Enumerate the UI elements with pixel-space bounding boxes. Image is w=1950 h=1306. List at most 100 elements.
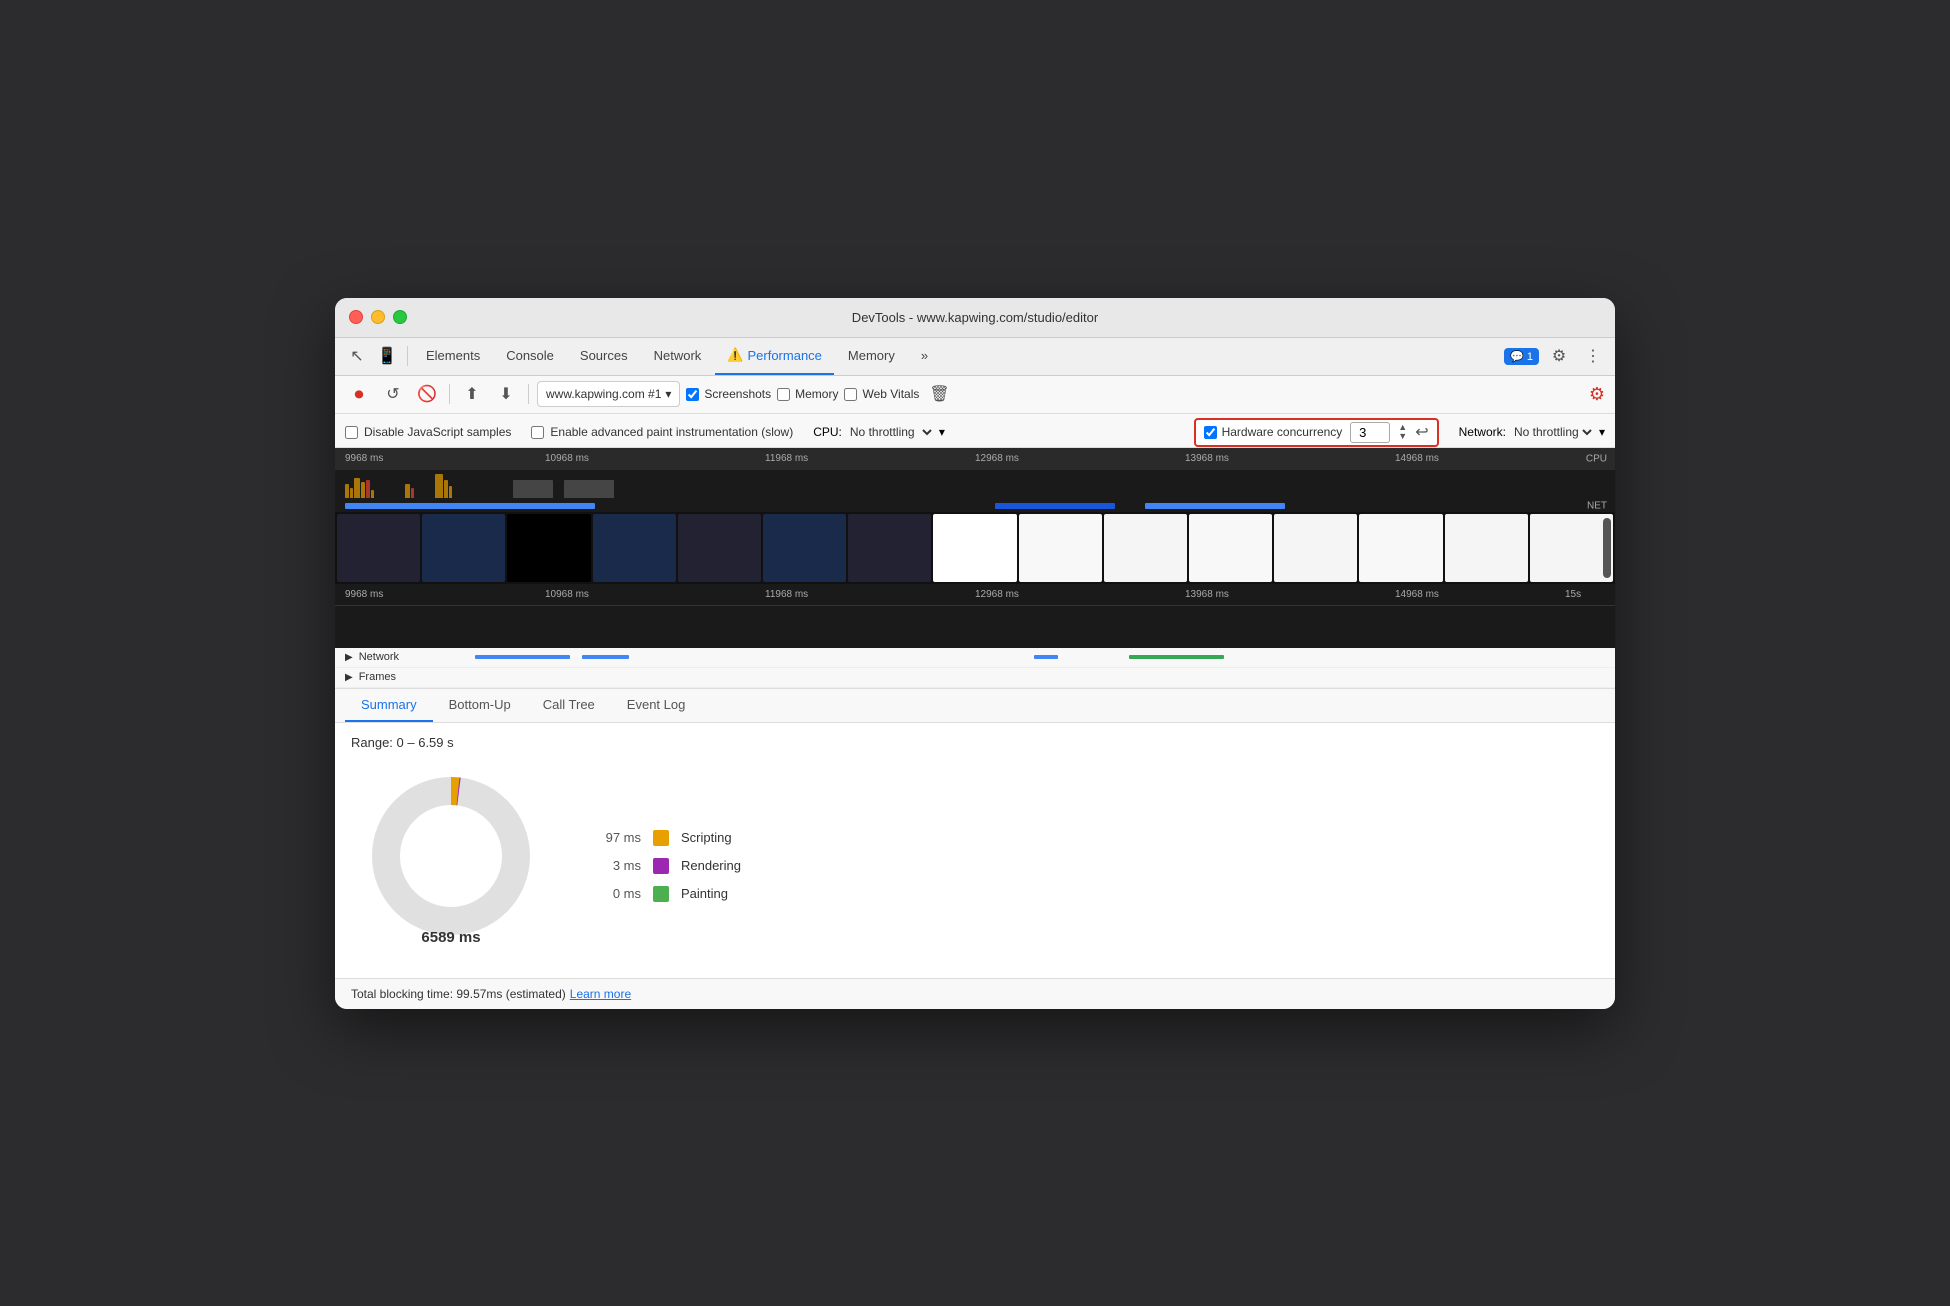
webvitals-checkbox[interactable] bbox=[844, 388, 857, 401]
rendering-value: 3 ms bbox=[591, 858, 641, 873]
network-row-toggle[interactable]: ▶ bbox=[345, 652, 353, 663]
nav-right: 💬 1 ⚙ ⋮ bbox=[1504, 342, 1607, 370]
cpu-row bbox=[335, 470, 1615, 500]
screenshot-14 bbox=[1445, 514, 1528, 582]
target-selector-value: www.kapwing.com #1 bbox=[546, 387, 661, 401]
time-label-0: 9968 ms bbox=[345, 453, 383, 464]
time-label-4: 13968 ms bbox=[1185, 453, 1229, 464]
time-label-b0: 9968 ms bbox=[345, 589, 383, 600]
memory-checkbox[interactable] bbox=[777, 388, 790, 401]
clear-button[interactable]: 🚫 bbox=[413, 380, 441, 408]
window-title: DevTools - www.kapwing.com/studio/editor bbox=[852, 310, 1098, 325]
cpu-bar bbox=[435, 474, 443, 498]
pointer-icon[interactable]: ↖ bbox=[343, 342, 371, 370]
time-label-1: 10968 ms bbox=[545, 453, 589, 464]
time-ruler-top: 9968 ms 10968 ms 11968 ms 12968 ms 13968… bbox=[335, 448, 1615, 470]
tab-memory[interactable]: Memory bbox=[836, 337, 907, 375]
settings-icon[interactable]: ⚙ bbox=[1545, 342, 1573, 370]
time-label-5: 14968 ms bbox=[1395, 453, 1439, 464]
network-row-bars bbox=[415, 654, 1605, 660]
chat-badge[interactable]: 💬 1 bbox=[1504, 348, 1539, 365]
timeline-scrollbar[interactable] bbox=[1603, 518, 1611, 578]
tab-summary[interactable]: Summary bbox=[345, 689, 433, 722]
summary-content: Range: 0 – 6.59 s 6589 ms bbox=[335, 723, 1615, 978]
screenshot-12 bbox=[1274, 514, 1357, 582]
screenshots-checkbox[interactable] bbox=[686, 388, 699, 401]
tab-call-tree[interactable]: Call Tree bbox=[527, 689, 611, 722]
range-text: Range: 0 – 6.59 s bbox=[351, 735, 1599, 750]
disable-js-samples-checkbox[interactable] bbox=[345, 426, 358, 439]
record-button[interactable]: ⏺ bbox=[345, 380, 373, 408]
net-bar-blue-2 bbox=[1145, 503, 1285, 509]
time-label-b3: 12968 ms bbox=[975, 589, 1019, 600]
perf-rows: ▶ Network ▶ Frames bbox=[335, 648, 1615, 689]
frames-row-toggle[interactable]: ▶ bbox=[345, 672, 353, 683]
network-throttle-select[interactable]: No throttling Slow 3G Fast 3G bbox=[1510, 424, 1595, 440]
advanced-paint-checkbox[interactable] bbox=[531, 426, 544, 439]
status-bar: Total blocking time: 99.57ms (estimated)… bbox=[335, 978, 1615, 1009]
frames-row-label: Frames bbox=[359, 671, 396, 683]
scripting-color-swatch bbox=[653, 830, 669, 846]
capture-settings-icon[interactable]: ⚙ bbox=[1589, 384, 1605, 405]
tab-network[interactable]: Network bbox=[642, 337, 714, 375]
screenshot-7 bbox=[848, 514, 931, 582]
screenshots-option: Screenshots bbox=[686, 387, 771, 401]
cpu-row-label: CPU bbox=[1586, 453, 1607, 464]
tab-performance[interactable]: ⚠️ Performance bbox=[715, 337, 834, 375]
rendering-color-swatch bbox=[653, 858, 669, 874]
cpu-bar bbox=[345, 484, 349, 498]
net-label: NET bbox=[1587, 500, 1607, 511]
spinner-down-icon[interactable]: ▼ bbox=[1398, 432, 1407, 441]
nav-divider-1 bbox=[407, 346, 408, 366]
devtools-window: DevTools - www.kapwing.com/studio/editor… bbox=[335, 298, 1615, 1009]
maximize-button[interactable] bbox=[393, 310, 407, 324]
screenshots-label: Screenshots bbox=[704, 387, 771, 401]
webvitals-option: Web Vitals bbox=[844, 387, 919, 401]
reload-profile-button[interactable]: ↺ bbox=[379, 380, 407, 408]
cpu-bar-red bbox=[411, 488, 414, 498]
screenshot-10 bbox=[1104, 514, 1187, 582]
performance-warning-icon: ⚠️ bbox=[727, 347, 743, 363]
device-icon[interactable]: 📱 bbox=[373, 342, 401, 370]
hw-concurrency-input[interactable] bbox=[1350, 422, 1390, 443]
tab-performance-label: Performance bbox=[747, 348, 821, 363]
tab-bottom-up[interactable]: Bottom-Up bbox=[433, 689, 527, 722]
tab-sources[interactable]: Sources bbox=[568, 337, 640, 375]
target-selector-chevron: ▾ bbox=[665, 387, 671, 401]
download-button[interactable]: ⬇ bbox=[492, 380, 520, 408]
trash-icon[interactable]: 🗑 bbox=[929, 384, 949, 404]
target-selector[interactable]: www.kapwing.com #1 ▾ bbox=[537, 381, 680, 407]
bottom-tabs: Summary Bottom-Up Call Tree Event Log bbox=[335, 689, 1615, 723]
network-label: Network: bbox=[1459, 425, 1506, 439]
more-options-icon[interactable]: ⋮ bbox=[1579, 342, 1607, 370]
hw-concurrency-spinner[interactable]: ▲ ▼ bbox=[1398, 423, 1407, 441]
time-label-2: 11968 ms bbox=[765, 453, 808, 464]
toolbar-divider-1 bbox=[449, 384, 450, 404]
tab-more[interactable]: » bbox=[909, 337, 940, 375]
learn-more-link[interactable]: Learn more bbox=[570, 987, 631, 1001]
screenshot-2 bbox=[422, 514, 505, 582]
screenshot-13 bbox=[1359, 514, 1442, 582]
memory-label: Memory bbox=[795, 387, 838, 401]
upload-button[interactable]: ⬆ bbox=[458, 380, 486, 408]
options-bar: Disable JavaScript samples Enable advanc… bbox=[335, 414, 1615, 448]
toolbar-divider-2 bbox=[528, 384, 529, 404]
scripting-value: 97 ms bbox=[591, 830, 641, 845]
hw-concurrency-undo-icon[interactable]: ↩ bbox=[1415, 422, 1428, 442]
tab-event-log[interactable]: Event Log bbox=[611, 689, 702, 722]
network-row-label: Network bbox=[359, 651, 399, 663]
tab-elements[interactable]: Elements bbox=[414, 337, 492, 375]
webvitals-label: Web Vitals bbox=[862, 387, 919, 401]
disable-js-samples-option: Disable JavaScript samples bbox=[345, 425, 511, 439]
status-text: Total blocking time: 99.57ms (estimated) bbox=[351, 987, 566, 1001]
hw-concurrency-checkbox[interactable] bbox=[1204, 426, 1217, 439]
hw-concurrency-box: Hardware concurrency ▲ ▼ ↩ bbox=[1194, 418, 1439, 447]
cpu-bar bbox=[350, 488, 353, 498]
close-button[interactable] bbox=[349, 310, 363, 324]
nav-tabs: ↖ 📱 Elements Console Sources Network ⚠️ … bbox=[335, 338, 1615, 376]
cpu-throttle-select[interactable]: No throttling 4x slowdown 6x slowdown bbox=[846, 424, 935, 440]
screenshot-11 bbox=[1189, 514, 1272, 582]
minimize-button[interactable] bbox=[371, 310, 385, 324]
screenshot-15 bbox=[1530, 514, 1613, 582]
tab-console[interactable]: Console bbox=[494, 337, 566, 375]
